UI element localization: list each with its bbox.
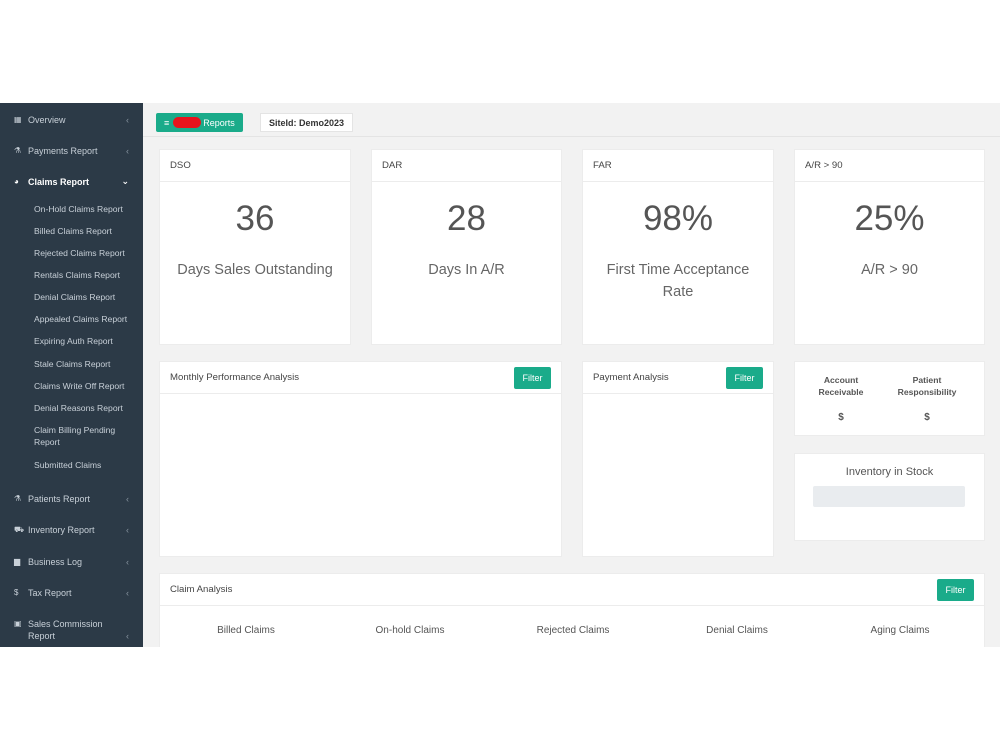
card-title: DSO [160,150,350,182]
redaction-mark [173,117,202,128]
top-bar: ≡ Reports SiteId: Demo2023 [143,103,1000,137]
sidebar-subitem-denial-reasons[interactable]: Denial Reasons Report [34,402,139,414]
app-window: ▦ Overview ‹ ⚗ Payments Report ‹ ◕ Claim… [0,103,1000,647]
sidebar-subitem-claims-write-off[interactable]: Claims Write Off Report [34,380,139,392]
reports-menu-button[interactable]: ≡ Reports [156,113,243,132]
sidebar-item-claims-report[interactable]: ◕ Claims Report ⌄ [0,166,143,197]
sidebar-item-sales-commission-report[interactable]: ▣ Sales Commission Report ‹ [0,614,143,647]
sidebar-item-label: Overview [28,114,66,125]
patient-responsibility-label: Patient Responsibility [897,375,957,397]
flask-icon: ⚗ [14,494,22,503]
sidebar-item-patients-report[interactable]: ⚗ Patients Report ‹ [0,483,143,514]
sidebar-item-label: Claims Report [28,176,90,187]
column-denial-claims: Denial Claims [706,625,768,636]
column-on-hold-claims: On-hold Claims [375,625,445,636]
card-title: Monthly Performance Analysis Filter [160,362,561,394]
sidebar-subitem-claim-billing-pending[interactable]: Claim Billing Pending Report [34,424,139,448]
monthly-filter-button[interactable]: Filter [514,367,551,389]
main-content: ≡ Reports SiteId: Demo2023 DSO 36 Days S… [143,103,1000,647]
column-aging-claims: Aging Claims [870,625,930,636]
sidebar-item-tax-report[interactable]: $ Tax Report ‹ [0,577,143,608]
sidebar-item-label: Patients Report [28,493,91,504]
sidebar-subitem-expiring-auth[interactable]: Expiring Auth Report [34,335,139,347]
sidebar-subitem-appealed-claims[interactable]: Appealed Claims Report [34,313,139,325]
site-id-badge: SiteId: Demo2023 [260,113,354,132]
kpi-value: 98% [642,199,714,238]
chevron-left-icon: ‹ [126,493,129,504]
column-rejected-claims: Rejected Claims [536,625,610,636]
chevron-left-icon: ‹ [126,114,129,125]
sidebar-subitem-denial-claims[interactable]: Denial Claims Report [34,291,139,303]
hamburger-icon: ≡ [164,117,170,128]
claim-analysis-title: Claim Analysis [170,584,233,595]
sidebar-subitem-billed-claims[interactable]: Billed Claims Report [34,225,139,237]
flask-icon: ⚗ [14,146,22,155]
sidebar-item-label: Business Log [28,556,83,567]
card-title: DAR [372,150,561,182]
card-title: Claim Analysis Filter [160,574,984,606]
chevron-left-icon: ‹ [126,524,129,535]
kpi-card-ar-over-90: A/R > 90 25% A/R > 90 [794,149,985,345]
kpi-value: 25% [854,199,925,238]
sidebar-item-label: Payments Report [28,145,98,156]
card-title: A/R > 90 [795,150,984,182]
chevron-left-icon: ‹ [126,631,129,641]
claim-analysis-card: Claim Analysis Filter Billed Claims On-h… [159,573,985,647]
account-receivable-value: $ [838,412,844,423]
grid-icon: ▦ [14,115,22,124]
sidebar-item-label: Inventory Report [28,524,95,535]
claim-filter-button[interactable]: Filter [937,579,974,601]
kpi-label: Days In A/R [428,262,505,278]
sidebar-subitem-rejected-claims[interactable]: Rejected Claims Report [34,247,139,259]
sidebar-item-label: Sales Commission Report [28,619,103,641]
card-title: FAR [583,150,773,182]
payment-filter-button[interactable]: Filter [726,367,763,389]
sidebar-subitem-rentals-claims[interactable]: Rentals Claims Report [34,269,139,281]
kpi-card-dso: DSO 36 Days Sales Outstanding [159,149,351,345]
sidebar-subitem-on-hold-claims[interactable]: On-Hold Claims Report [34,203,139,215]
card-title: Payment Analysis Filter [583,362,773,394]
cart-icon: ⛟ [14,524,25,534]
sidebar-item-label: Tax Report [28,587,72,598]
kpi-label: First Time Acceptance Rate [606,262,750,300]
chevron-left-icon: ‹ [126,145,129,156]
sidebar-item-payments-report[interactable]: ⚗ Payments Report ‹ [0,135,143,166]
chevron-left-icon: ‹ [126,587,129,598]
dollar-icon: $ [14,588,19,597]
sidebar-subitem-submitted-claims[interactable]: Submitted Claims [34,459,139,471]
account-summary-card: Account Receivable $ Patient Responsibil… [794,361,985,436]
kpi-value: 28 [447,199,486,238]
monthly-performance-card: Monthly Performance Analysis Filter [159,361,562,557]
inventory-card: Inventory in Stock [794,453,985,541]
column-billed-claims: Billed Claims [217,625,275,636]
chevron-left-icon: ‹ [126,556,129,567]
monthly-performance-title: Monthly Performance Analysis [170,372,300,383]
sidebar: ▦ Overview ‹ ⚗ Payments Report ‹ ◕ Claim… [0,103,143,647]
kpi-value: 36 [235,199,275,238]
inventory-title: Inventory in Stock [845,466,934,478]
kpi-label: Days Sales Outstanding [177,262,333,278]
account-receivable-label: Account Receivable [818,375,864,397]
chevron-down-icon: ⌄ [121,176,129,186]
book-icon: ▆ [14,557,21,566]
sidebar-item-business-log[interactable]: ▆ Business Log ‹ [0,546,143,577]
payment-analysis-title: Payment Analysis [593,372,669,383]
money-icon: ▣ [14,619,22,628]
sidebar-subitem-stale-claims[interactable]: Stale Claims Report [34,358,139,370]
sidebar-item-inventory-report[interactable]: ⛟ Inventory Report ‹ [0,514,143,545]
kpi-card-dar: DAR 28 Days In A/R [371,149,562,345]
inventory-bar [813,486,965,507]
payment-analysis-card: Payment Analysis Filter [582,361,774,557]
kpi-label: A/R > 90 [861,262,918,278]
patient-responsibility-value: $ [924,412,930,423]
kpi-card-far: FAR 98% First Time Acceptance Rate [582,149,774,345]
sidebar-item-overview[interactable]: ▦ Overview ‹ [0,104,143,135]
pie-chart-icon: ◕ [14,177,19,186]
reports-button-label: Reports [203,117,235,128]
